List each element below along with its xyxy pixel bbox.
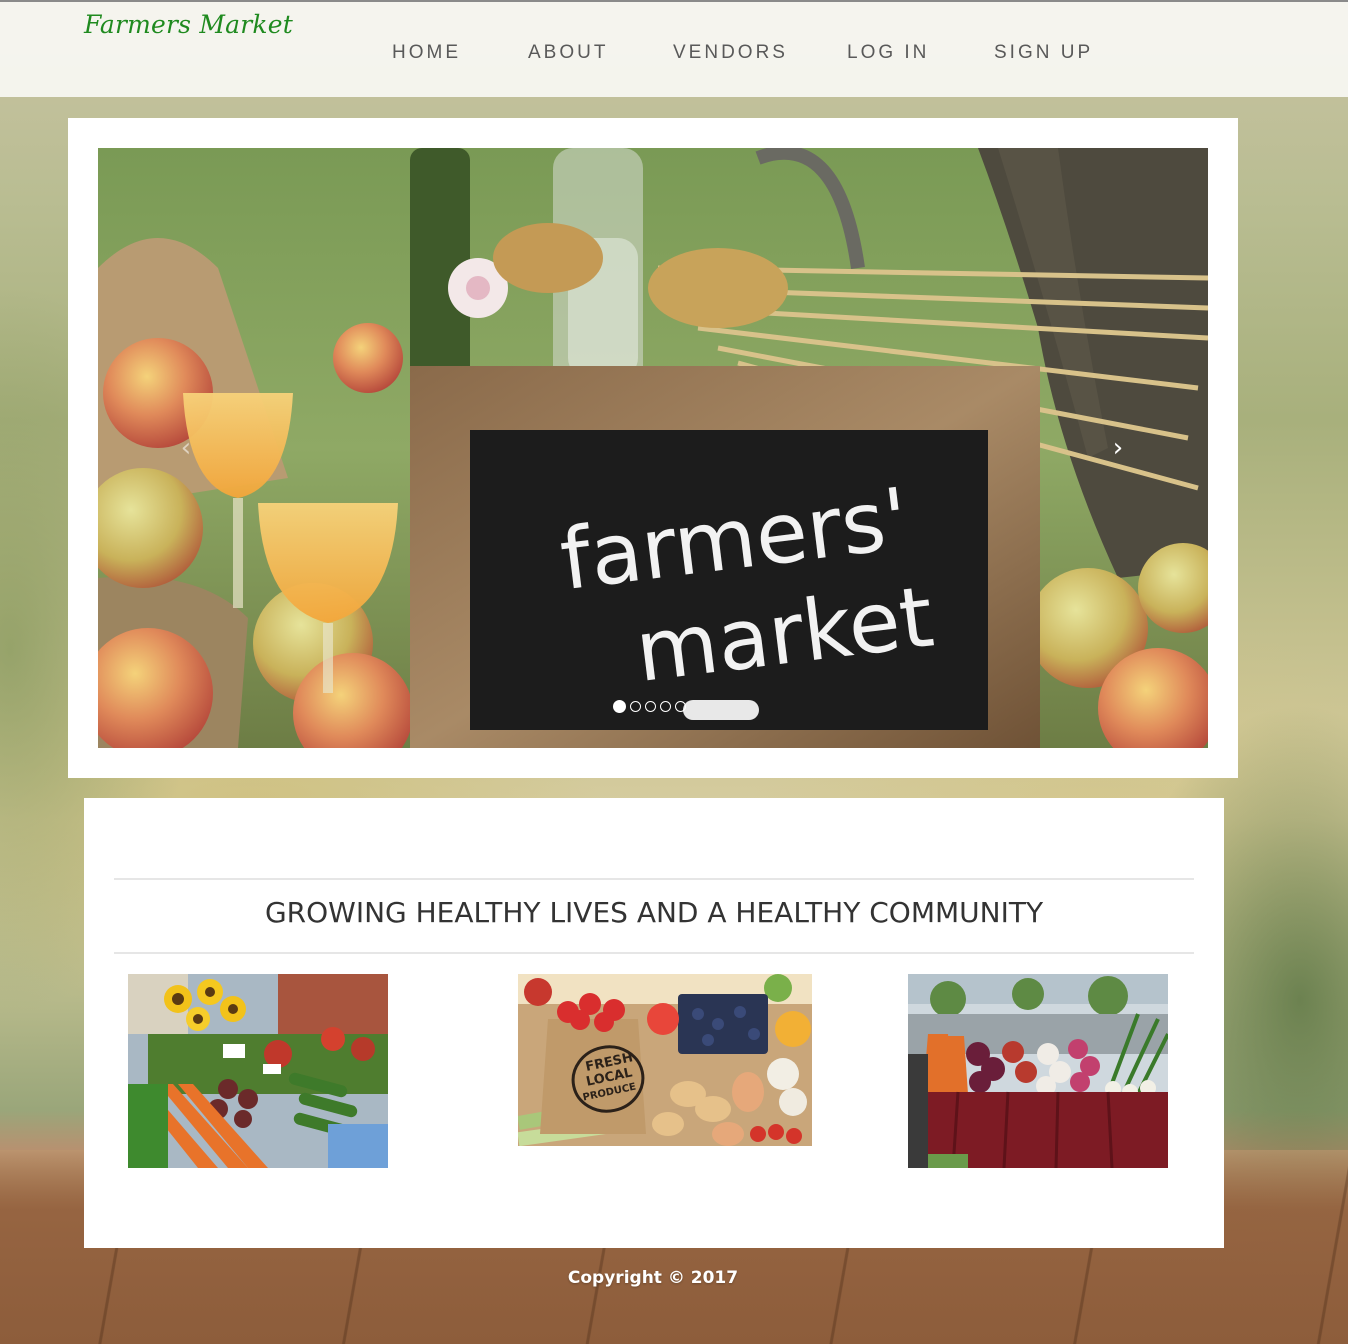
section-heading: GROWING HEALTHY LIVES AND A HEALTHY COMM… — [264, 896, 1044, 929]
carousel-indicator-3[interactable] — [645, 700, 656, 712]
brand-logo[interactable]: Farmers Market — [84, 10, 293, 39]
carousel-indicator-5[interactable] — [675, 700, 686, 712]
nav-sign-up[interactable]: SIGN UP — [994, 42, 1093, 64]
divider-bottom — [114, 952, 1194, 954]
content-panel: GROWING HEALTHY LIVES AND A HEALTHY COMM… — [84, 798, 1224, 1248]
carousel-indicators — [613, 699, 686, 713]
carousel-slide-image: farmers' market — [98, 148, 1208, 748]
divider-top — [114, 878, 1194, 880]
nav-vendors[interactable]: VENDORS — [673, 42, 788, 64]
nav-home[interactable]: HOME — [392, 42, 461, 64]
navbar: Farmers Market HOME ABOUT VENDORS LOG IN… — [0, 0, 1348, 97]
carousel-next-button[interactable]: › — [1098, 428, 1138, 468]
carousel-prev-button[interactable]: ‹ — [166, 428, 206, 468]
gallery-image-vegetable-display — [908, 974, 1168, 1168]
hero-carousel[interactable]: farmers' market ‹ › — [98, 148, 1208, 748]
copyright-footer: Copyright © 2017 — [567, 1268, 739, 1288]
gallery-image-fresh-produce: FRESH LOCAL PRODUCE — [518, 974, 812, 1146]
carousel-indicator-2[interactable] — [630, 700, 641, 712]
carousel-panel: farmers' market ‹ › — [68, 118, 1238, 778]
carousel-indicator-4[interactable] — [660, 700, 671, 712]
carousel-indicator-1[interactable] — [613, 699, 626, 713]
gallery-image-market-stall — [128, 974, 388, 1168]
nav-log-in[interactable]: LOG IN — [847, 42, 929, 64]
nav-about[interactable]: ABOUT — [528, 42, 608, 64]
